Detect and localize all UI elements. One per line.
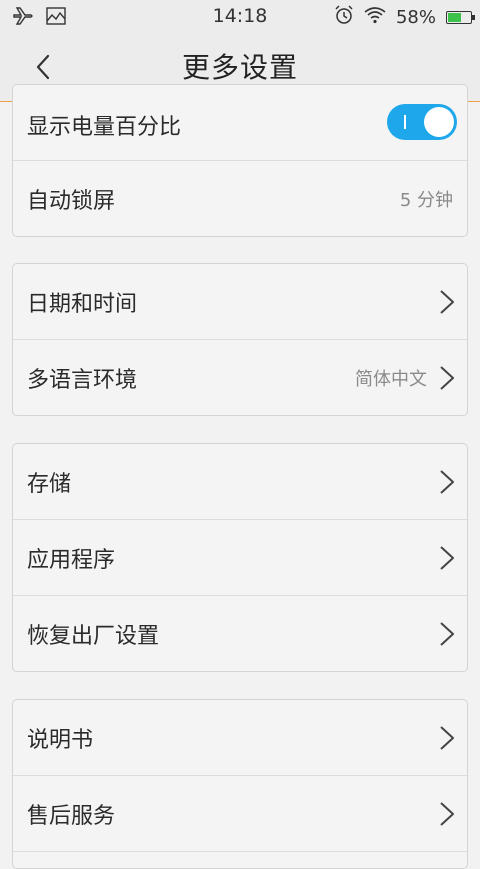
chevron-right-icon: [440, 726, 454, 750]
row-label: 显示电量百分比: [27, 115, 182, 140]
row-label: 日期和时间: [27, 291, 138, 317]
row-date-time[interactable]: 日期和时间: [13, 264, 467, 340]
row-language[interactable]: 多语言环境 简体中文: [13, 340, 467, 415]
row-battery-percentage[interactable]: 显示电量百分比: [13, 85, 467, 161]
row-label: 自动锁屏: [27, 188, 116, 214]
row-storage[interactable]: 存储: [13, 444, 467, 520]
settings-group-display: 显示电量百分比 自动锁屏 5 分钟: [12, 84, 468, 237]
row-value: 5 分钟: [399, 189, 453, 211]
chevron-right-icon: [440, 802, 454, 826]
wifi-icon: [364, 6, 386, 29]
row-label: 应用程序: [27, 547, 116, 573]
battery-percent: 58%: [395, 7, 436, 28]
row-label: 说明书: [27, 727, 94, 753]
chevron-right-icon: [440, 546, 454, 570]
chevron-right-icon: [440, 470, 454, 494]
battery-percentage-toggle[interactable]: [387, 104, 457, 140]
settings-group-locale: 日期和时间 多语言环境 简体中文: [12, 263, 468, 416]
alarm-icon: [334, 5, 354, 30]
row-factory-reset[interactable]: 恢复出厂设置: [13, 596, 467, 671]
row-manual[interactable]: 说明书: [13, 700, 467, 776]
row-value: 简体中文: [355, 368, 427, 390]
toggle-on-indicator: [404, 115, 406, 129]
row-label: 恢复出厂设置: [27, 623, 160, 649]
chevron-right-icon: [440, 622, 454, 646]
row-label: 售后服务: [27, 803, 116, 829]
row-label: 存储: [27, 471, 72, 497]
chevron-right-icon: [440, 290, 454, 314]
settings-group-system: 存储 应用程序 恢复出厂设置: [12, 443, 468, 672]
page-title: 更多设置: [181, 51, 298, 84]
row-after-sales[interactable]: 售后服务: [13, 776, 467, 852]
row-label: 多语言环境: [27, 367, 138, 393]
battery-icon: [446, 11, 475, 24]
toggle-knob: [424, 107, 454, 137]
status-right-icons: 58%: [334, 5, 475, 30]
status-bar: 14:18 58%: [0, 0, 480, 32]
chevron-right-icon: [440, 366, 454, 390]
settings-group-support: 说明书 售后服务: [12, 699, 468, 869]
row-auto-lock[interactable]: 自动锁屏 5 分钟: [13, 161, 467, 236]
row-applications[interactable]: 应用程序: [13, 520, 467, 596]
